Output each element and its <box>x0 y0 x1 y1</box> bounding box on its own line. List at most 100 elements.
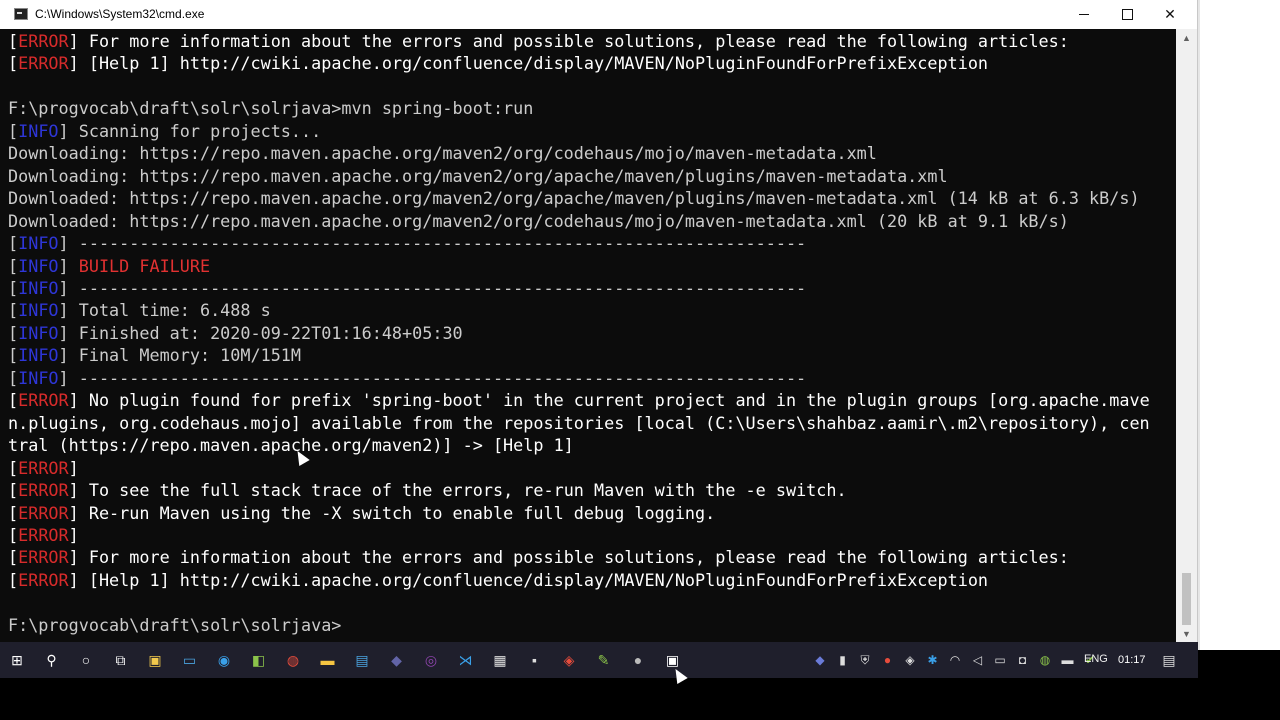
wifi-icon[interactable]: ◠ <box>946 651 964 669</box>
display-icon[interactable]: ▭ <box>991 651 1009 669</box>
vscode-icon[interactable]: ⋊ <box>457 651 475 669</box>
cortana-icon[interactable]: ○ <box>77 651 95 669</box>
maximize-icon <box>1121 9 1133 20</box>
console-segment: ] <box>58 255 79 276</box>
app-dark-icon[interactable]: ● <box>629 651 647 669</box>
console-segment: [ <box>8 255 19 276</box>
console-segment: [ <box>8 53 19 74</box>
console-segment: Downloaded: https://repo.maven.apache.or… <box>8 210 1069 231</box>
console-line: Downloading: https://repo.maven.apache.o… <box>8 166 948 186</box>
console-segment: ] --------------------------------------… <box>58 233 807 254</box>
console-line: [ERROR] [Help 1] http://cwiki.apache.org… <box>8 570 988 590</box>
console-text: [ERROR] For more information about the e… <box>8 30 1150 636</box>
console-line: [ERROR] <box>8 525 79 545</box>
battery-icon[interactable]: ▬ <box>1059 651 1077 669</box>
console-segment: ] <box>68 524 79 545</box>
console-line: [INFO] BUILD FAILURE <box>8 256 210 276</box>
console-segment: INFO <box>18 277 59 298</box>
console-line: [INFO] Total time: 6.488 s <box>8 300 271 320</box>
close-button[interactable]: ✕ <box>1147 0 1193 29</box>
console-segment: ] Total time: 6.488 s <box>58 300 271 321</box>
window-title: C:\Windows\System32\cmd.exe <box>35 7 205 21</box>
notification-icon[interactable]: ▤ <box>1160 651 1178 669</box>
console-segment: ] Final Memory: 10M/151M <box>58 345 302 366</box>
console-segment: [ <box>8 300 19 321</box>
console-segment: ERROR <box>18 524 69 545</box>
console-line: [ERROR] No plugin found for prefix 'spri… <box>8 390 1150 410</box>
cmd-app-icon[interactable] <box>14 8 28 20</box>
console-segment: n.plugins, org.codehaus.mojo] available … <box>8 412 1150 433</box>
console-segment: [ <box>8 547 19 568</box>
text-editor-icon[interactable]: ▦ <box>491 651 509 669</box>
close-icon: ✕ <box>1164 6 1176 22</box>
console-line: [INFO] Finished at: 2020-09-22T01:16:48+… <box>8 323 463 343</box>
console-segment: Downloading: https://repo.maven.apache.o… <box>8 165 948 186</box>
console-segment: Downloaded: https://repo.maven.apache.or… <box>8 188 1140 209</box>
app-green-icon[interactable]: ◧ <box>250 651 268 669</box>
minimize-button[interactable] <box>1061 0 1107 29</box>
title-bar[interactable]: C:\Windows\System32\cmd.exe ✕ <box>0 0 1197 29</box>
bluetooth-icon[interactable]: ✱ <box>924 651 942 669</box>
console-segment: INFO <box>18 120 59 141</box>
console-line: [INFO] Final Memory: 10M/151M <box>8 345 301 365</box>
console-segment: ] <box>68 457 79 478</box>
language-indicator[interactable]: ENG <box>1084 653 1108 665</box>
notepad-icon[interactable]: ✎ <box>595 651 613 669</box>
scroll-down-icon[interactable]: ▼ <box>1176 625 1197 642</box>
console-line: [INFO] Scanning for projects... <box>8 121 321 141</box>
camera-icon[interactable]: ◘ <box>1014 651 1032 669</box>
console-segment: [ <box>8 502 19 523</box>
console-segment: ] --------------------------------------… <box>58 367 807 388</box>
console-segment: INFO <box>18 255 59 276</box>
console-line: [INFO] ---------------------------------… <box>8 233 806 253</box>
shield-icon[interactable]: ⛨ <box>856 651 874 669</box>
console-segment: ERROR <box>18 547 69 568</box>
chrome-tray-icon[interactable]: ◍ <box>1036 651 1054 669</box>
maximize-button[interactable] <box>1104 0 1150 29</box>
task-view-icon[interactable]: ⧉ <box>112 651 130 669</box>
console-segment: ERROR <box>18 569 69 590</box>
console-segment: BUILD FAILURE <box>78 255 211 276</box>
red-app-icon[interactable]: ● <box>879 651 897 669</box>
console-segment: ] For more information about the errors … <box>68 31 1069 51</box>
console-line: [ERROR] For more information about the e… <box>8 31 1069 51</box>
store-icon[interactable]: ▣ <box>146 651 164 669</box>
clock[interactable]: 01:17 <box>1118 654 1146 666</box>
console-segment: ] For more information about the errors … <box>68 547 1069 568</box>
app-blue-icon[interactable]: ▤ <box>353 651 371 669</box>
remote-desktop-icon[interactable]: ▭ <box>181 651 199 669</box>
edge-icon[interactable]: ◉ <box>215 651 233 669</box>
console-segment: ERROR <box>18 390 69 411</box>
file-explorer-icon[interactable]: ▬ <box>319 651 337 669</box>
vertical-scrollbar[interactable]: ▲ ▼ <box>1176 29 1197 642</box>
desktop-background <box>1198 0 1280 650</box>
scroll-thumb[interactable] <box>1182 573 1191 625</box>
console-segment: [ <box>8 31 19 51</box>
console-line: Downloading: https://repo.maven.apache.o… <box>8 143 877 163</box>
console-segment: [ <box>8 480 19 501</box>
acrobat-icon[interactable]: ◈ <box>560 651 578 669</box>
defender-icon[interactable]: ◈ <box>901 651 919 669</box>
console-segment: ERROR <box>18 480 69 501</box>
mic-icon[interactable]: ▮ <box>834 651 852 669</box>
console-line: tral (https://repo.maven.apache.org/mave… <box>8 435 574 455</box>
console-segment: INFO <box>18 345 59 366</box>
console-segment: ERROR <box>18 502 69 523</box>
scroll-up-icon[interactable]: ▲ <box>1176 29 1197 46</box>
console-line: F:\progvocab\draft\solr\solrjava> <box>8 615 341 635</box>
search-icon[interactable]: ⚲ <box>43 651 61 669</box>
console-segment: ] [Help 1] http://cwiki.apache.org/confl… <box>68 53 989 74</box>
console-segment: ] To see the full stack trace of the err… <box>68 480 847 501</box>
teams-icon[interactable]: ◆ <box>388 651 406 669</box>
teams-tray-icon[interactable]: ◆ <box>811 651 829 669</box>
console-segment: [ <box>8 120 19 141</box>
console-output[interactable]: [ERROR] For more information about the e… <box>0 29 1176 642</box>
start-icon[interactable]: ⊞ <box>8 651 26 669</box>
console-segment: F:\progvocab\draft\solr\solrjava>mvn spr… <box>8 98 534 119</box>
cmd-icon[interactable]: ▪ <box>526 651 544 669</box>
cmd-window[interactable]: C:\Windows\System32\cmd.exe ✕ [ERROR] Fo… <box>0 0 1198 642</box>
console-segment: INFO <box>18 233 59 254</box>
chrome-icon[interactable]: ◍ <box>284 651 302 669</box>
volume-icon[interactable]: ◁ <box>969 651 987 669</box>
obs-icon[interactable]: ◎ <box>422 651 440 669</box>
